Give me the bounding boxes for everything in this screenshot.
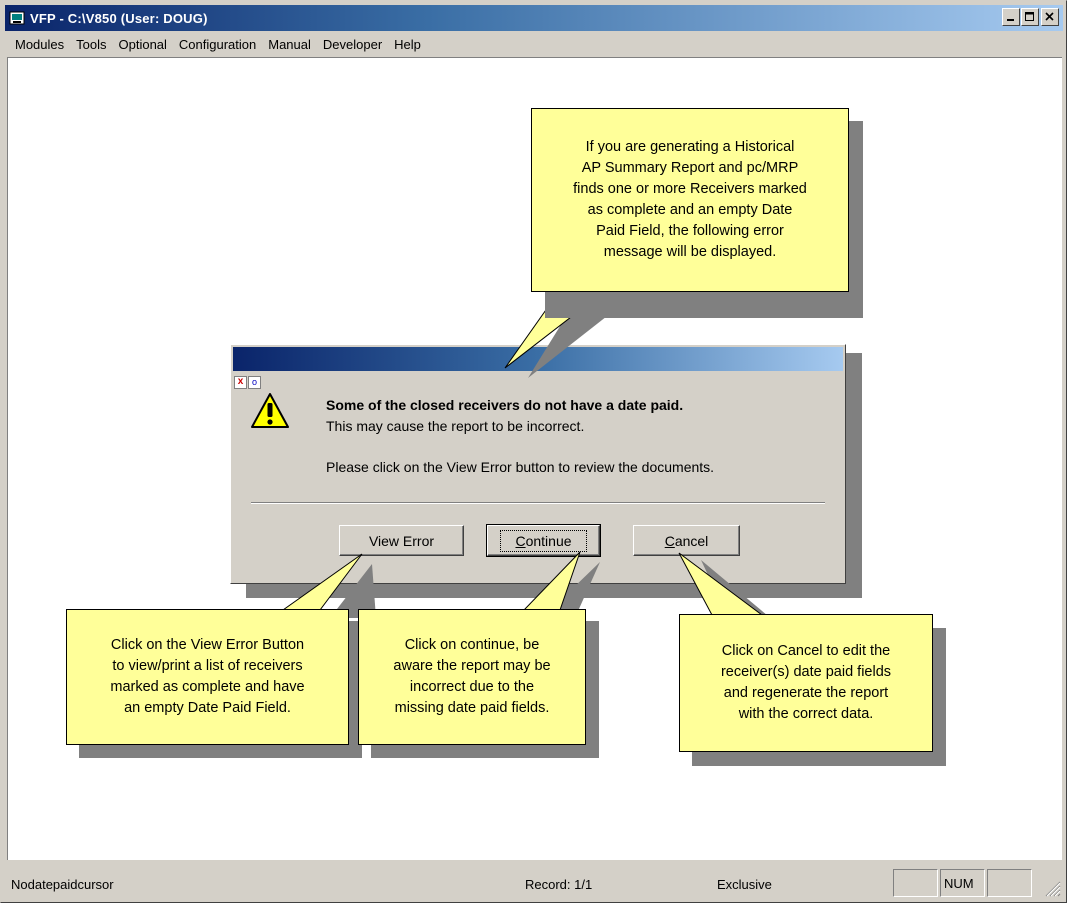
status-mode: Exclusive <box>717 877 772 892</box>
resize-grip-icon[interactable] <box>1043 879 1061 897</box>
close-button[interactable] <box>1041 8 1059 26</box>
dialog-message-line-3: Please click on the View Error button to… <box>326 459 715 475</box>
callout-top-line: AP Summary Report and pc/MRP <box>581 160 799 176</box>
status-num-label: NUM <box>944 875 974 891</box>
callout-continue-line: incorrect due to the <box>409 679 535 695</box>
status-panel-empty-2 <box>987 869 1032 897</box>
menu-bar: Modules Tools Optional Configuration Man… <box>5 33 1067 55</box>
dialog-title-bar[interactable] <box>233 347 843 371</box>
callout-view-error: Click on the View Error Button to view/p… <box>66 609 349 745</box>
callout-continue-line: aware the report may be <box>393 658 551 674</box>
callout-continue-line: missing date paid fields. <box>394 700 550 716</box>
callout-top-line: message will be displayed. <box>603 244 777 260</box>
menu-configuration[interactable]: Configuration <box>173 35 262 54</box>
callout-continue: Click on continue, be aware the report m… <box>358 609 586 745</box>
close-icon <box>1045 12 1054 21</box>
status-bar: Nodatepaidcursor Record: 1/1 Exclusive N… <box>5 865 1063 899</box>
callout-continue-line: Click on continue, be <box>404 637 540 653</box>
menu-help[interactable]: Help <box>388 35 427 54</box>
callout-top-line: as complete and an empty Date <box>587 202 793 218</box>
callout-view-error-line: to view/print a list of receivers <box>112 658 303 674</box>
title-bar[interactable]: VFP - C:\V850 (User: DOUG) <box>5 5 1063 31</box>
callout-cancel-line: and regenerate the report <box>723 685 889 701</box>
warning-icon <box>251 393 289 428</box>
status-num: NUM <box>940 869 985 897</box>
window-title: VFP - C:\V850 (User: DOUG) <box>30 10 208 26</box>
menu-modules[interactable]: Modules <box>9 35 70 54</box>
callout-cancel: Click on Cancel to edit the receiver(s) … <box>679 614 933 752</box>
maximize-button[interactable] <box>1021 8 1039 26</box>
menu-tools[interactable]: Tools <box>70 35 112 54</box>
continue-rest: ontinue <box>525 532 572 549</box>
dialog-message-line-2: This may cause the report to be incorrec… <box>326 418 585 434</box>
menu-optional[interactable]: Optional <box>113 35 173 54</box>
cancel-label: Cancel <box>665 533 709 549</box>
callout-top-line: Paid Field, the following error <box>596 223 784 239</box>
callout-cancel-line: Click on Cancel to edit the <box>721 643 891 659</box>
menu-developer[interactable]: Developer <box>317 35 388 54</box>
caption-buttons <box>1001 8 1059 26</box>
continue-mnemonic: C <box>515 532 526 549</box>
callout-top-line: If you are generating a Historical <box>585 139 795 155</box>
status-cursor: Nodatepaidcursor <box>11 877 114 892</box>
dialog-message-heading: Some of the closed receivers do not have… <box>326 397 684 413</box>
status-panel-empty <box>893 869 938 897</box>
dialog-mini-icons: x o <box>234 376 261 389</box>
callout-view-error-line: an empty Date Paid Field. <box>124 700 291 716</box>
callout-top-line: finds one or more Receivers marked <box>573 181 807 197</box>
dialog-separator <box>251 502 825 504</box>
app-icon <box>9 10 25 26</box>
mini-restore-icon[interactable]: o <box>248 376 261 389</box>
callout-cancel-line: with the correct data. <box>738 706 874 722</box>
minimize-icon <box>1007 19 1014 21</box>
maximize-icon <box>1025 12 1034 21</box>
callout-top: If you are generating a Historical AP Su… <box>531 108 849 292</box>
view-error-label: View Error <box>368 532 435 549</box>
error-dialog: x o Some of the closed receivers do not … <box>230 344 846 584</box>
minimize-button[interactable] <box>1002 8 1020 26</box>
view-error-button[interactable]: View Error <box>339 525 464 556</box>
status-record: Record: 1/1 <box>525 877 593 892</box>
menu-manual[interactable]: Manual <box>262 35 317 54</box>
continue-label: Continue <box>500 529 587 552</box>
cancel-rest: ancel <box>674 532 709 549</box>
cancel-button[interactable]: Cancel <box>633 525 740 556</box>
cancel-mnemonic: C <box>664 532 675 549</box>
callout-view-error-line: Click on the View Error Button <box>110 637 305 653</box>
mini-close-icon[interactable]: x <box>234 376 247 389</box>
callout-cancel-line: receiver(s) date paid fields <box>720 664 892 680</box>
callout-view-error-line: marked as complete and have <box>110 679 305 695</box>
continue-button[interactable]: Continue <box>486 524 601 557</box>
